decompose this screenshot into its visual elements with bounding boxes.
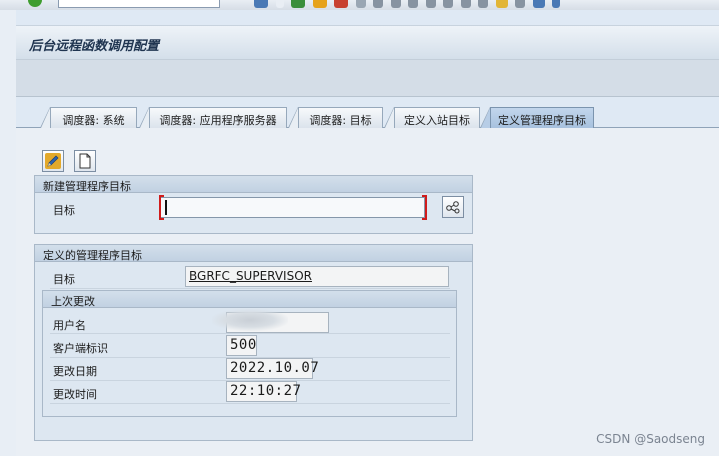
toolbar-separator <box>275 0 284 8</box>
destination-help-icon <box>446 201 460 214</box>
tab-label: 定义入站目标 <box>404 114 470 127</box>
date-label: 更改日期 <box>53 365 97 378</box>
tab-strip: 调度器: 系统 调度器: 应用程序服务器 调度器: 目标 定义入站目标 定义管理… <box>16 107 719 128</box>
system-toolbar-icons <box>254 0 564 8</box>
shortcut-icon[interactable] <box>495 0 508 8</box>
required-marker-right <box>422 195 427 220</box>
tab-label: 调度器: 应用程序服务器 <box>159 114 277 127</box>
customize-icon[interactable] <box>552 0 560 8</box>
watermark: CSDN @Saodseng <box>596 432 705 446</box>
title-bar: 后台远程函数调用配置 <box>16 25 719 59</box>
tab-scheduler-system[interactable]: 调度器: 系统 <box>40 107 137 128</box>
tab-scheduler-app-server[interactable]: 调度器: 应用程序服务器 <box>139 107 287 128</box>
application-toolbar <box>16 59 719 97</box>
group-title: 上次更改 <box>51 295 95 308</box>
tab-label: 调度器: 目标 <box>309 114 372 127</box>
target-label: 目标 <box>53 204 75 217</box>
client-field[interactable]: 500 <box>226 335 257 356</box>
tab-supervisor-destination[interactable]: 定义管理程序目标 <box>480 107 594 128</box>
previous-page-icon[interactable] <box>425 0 436 8</box>
new-button[interactable] <box>74 150 96 172</box>
pencil-icon <box>45 153 61 169</box>
group-title: 新建管理程序目标 <box>43 180 131 193</box>
help-icon[interactable] <box>532 0 545 8</box>
time-label: 更改时间 <box>53 388 97 401</box>
command-field[interactable] <box>58 0 220 8</box>
new-session-icon[interactable] <box>478 0 488 8</box>
client-label: 客户端标识 <box>53 342 108 355</box>
row-divider <box>50 333 450 334</box>
date-field[interactable]: 2022.10.07 <box>226 358 319 379</box>
tab-inbound-destination[interactable]: 定义入站目标 <box>384 107 480 128</box>
last-page-icon[interactable] <box>460 0 471 8</box>
enter-icon[interactable] <box>28 0 42 7</box>
print-icon[interactable] <box>355 0 366 8</box>
group-header: 上次更改 <box>43 291 456 308</box>
tab-scheduler-destination[interactable]: 调度器: 目标 <box>288 107 383 128</box>
row-divider <box>50 403 450 404</box>
required-marker-left <box>159 195 164 220</box>
group-title: 定义的管理程序目标 <box>43 249 142 262</box>
layout-menu-icon[interactable] <box>515 0 525 8</box>
user-label: 用户名 <box>53 319 86 332</box>
back-icon[interactable] <box>291 0 305 8</box>
system-toolbar <box>0 0 719 10</box>
group-header: 新建管理程序目标 <box>35 176 472 193</box>
window-left-edge <box>0 10 16 456</box>
defined-target-field[interactable]: BGRFC_SUPERVISOR <box>185 266 449 287</box>
next-page-icon[interactable] <box>443 0 453 8</box>
edit-button[interactable] <box>42 150 64 172</box>
find-next-icon[interactable] <box>390 0 401 8</box>
save-icon[interactable] <box>254 0 268 8</box>
find-icon[interactable] <box>373 0 383 8</box>
destination-help-button[interactable] <box>442 196 464 218</box>
defined-target-label: 目标 <box>53 273 75 286</box>
time-field[interactable]: 22:10:27 <box>226 381 301 402</box>
cancel-icon[interactable] <box>334 0 348 8</box>
tab-label: 调度器: 系统 <box>62 114 125 127</box>
exit-icon[interactable] <box>312 0 327 8</box>
first-page-icon[interactable] <box>408 0 418 8</box>
blank-page-icon <box>79 153 91 169</box>
row-divider <box>50 288 450 289</box>
group-header: 定义的管理程序目标 <box>35 245 472 262</box>
page-title: 后台远程函数调用配置 <box>29 39 160 54</box>
tab-label: 定义管理程序目标 <box>498 114 586 127</box>
redacted-user-blur <box>212 309 288 331</box>
text-cursor <box>165 200 167 215</box>
target-input[interactable] <box>160 197 425 218</box>
